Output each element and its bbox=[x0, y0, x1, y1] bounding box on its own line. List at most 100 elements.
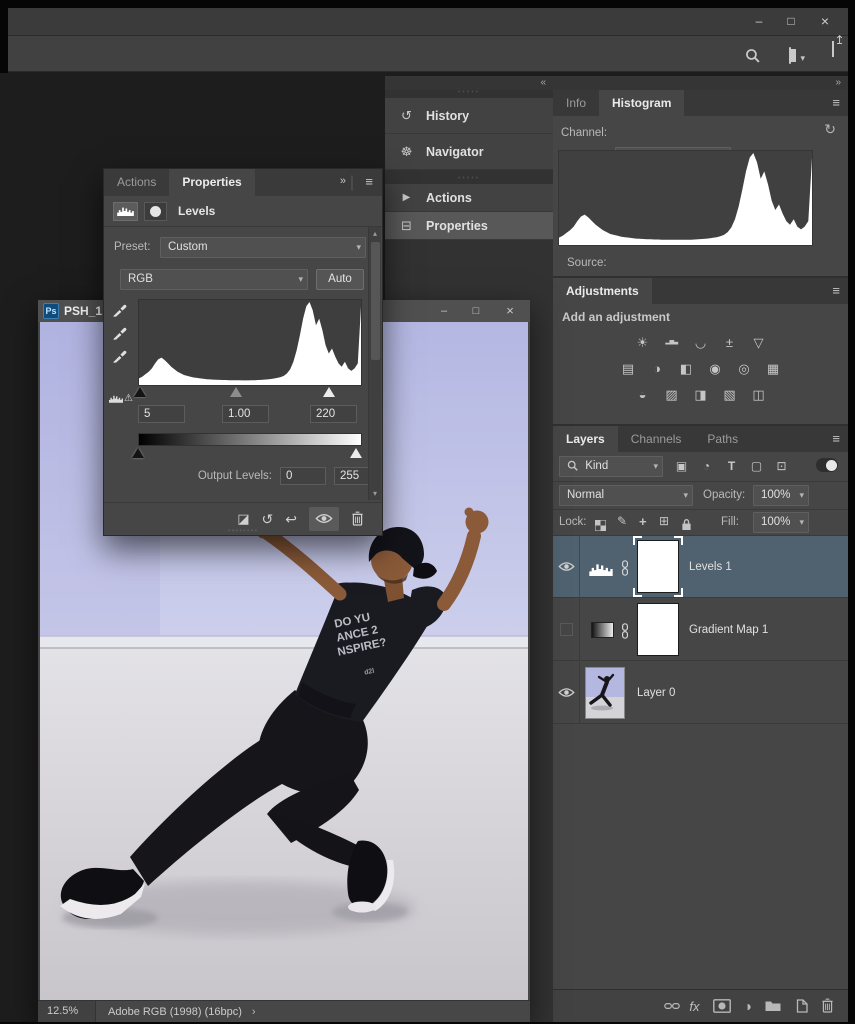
panel-menu-icon[interactable]: ≡ bbox=[832, 283, 840, 298]
gray-point-eyedropper-icon[interactable] bbox=[112, 324, 127, 342]
lock-position-icon[interactable]: + bbox=[639, 514, 647, 529]
gamma-input-field[interactable] bbox=[222, 405, 269, 423]
filter-adjustment-layers-icon[interactable]: ◔ bbox=[698, 456, 715, 476]
output-black-slider[interactable] bbox=[132, 448, 144, 458]
tab-channels[interactable]: Channels bbox=[618, 426, 695, 452]
toggle-visibility-eye-icon[interactable] bbox=[309, 507, 339, 531]
auto-button[interactable]: Auto bbox=[316, 269, 364, 290]
output-white-slider[interactable] bbox=[350, 448, 362, 458]
expand-dock-icon[interactable]: « bbox=[540, 77, 546, 88]
layer-image-thumbnail[interactable] bbox=[585, 667, 625, 719]
black-input-slider[interactable] bbox=[134, 387, 146, 397]
mask-badge-icon[interactable] bbox=[144, 202, 167, 221]
color-balance-icon[interactable]: ◑ bbox=[647, 360, 667, 378]
refresh-histogram-icon[interactable]: ↻ bbox=[824, 121, 836, 138]
blend-mode-select[interactable]: Normal ▾ bbox=[559, 485, 693, 506]
hue-saturation-icon[interactable]: ▤ bbox=[618, 360, 638, 378]
sidebar-item-properties[interactable]: ⊟ Properties bbox=[385, 212, 553, 240]
white-input-field[interactable] bbox=[310, 405, 357, 423]
layer-row-levels-1[interactable]: Levels 1 bbox=[553, 536, 848, 598]
white-point-eyedropper-icon[interactable] bbox=[112, 347, 127, 365]
lock-artboard-icon[interactable]: ⊞ bbox=[659, 514, 669, 528]
output-black-field[interactable] bbox=[280, 467, 326, 485]
collapse-dock-icon[interactable]: » bbox=[835, 77, 841, 88]
add-layer-mask-icon[interactable] bbox=[713, 997, 731, 1015]
tab-paths[interactable]: Paths bbox=[694, 426, 751, 452]
app-minimize-button[interactable]: – bbox=[746, 12, 772, 31]
sidebar-item-history[interactable]: ↺ History bbox=[385, 98, 553, 134]
black-point-eyedropper-icon[interactable] bbox=[112, 301, 127, 319]
app-close-button[interactable]: × bbox=[812, 12, 838, 31]
black-input-field[interactable] bbox=[138, 405, 185, 423]
brightness-contrast-icon[interactable]: ☀ bbox=[633, 334, 653, 352]
delete-adjustment-icon[interactable] bbox=[351, 510, 364, 528]
layer-mask-thumbnail[interactable] bbox=[637, 540, 679, 593]
layer-mask-thumbnail[interactable] bbox=[637, 603, 679, 656]
selective-color-icon[interactable]: ▧ bbox=[720, 386, 740, 404]
new-group-icon[interactable] bbox=[765, 997, 781, 1015]
layer-visibility-toggle[interactable] bbox=[553, 536, 580, 597]
fill-select[interactable]: 100% ▾ bbox=[753, 512, 809, 533]
lock-image-brush-icon[interactable]: ✎ bbox=[617, 514, 627, 528]
levels-adjustment-icon[interactable]: ▂▅▃ bbox=[662, 334, 682, 352]
scroll-down-icon[interactable]: ▾ bbox=[369, 489, 381, 498]
filter-type-layers-icon[interactable]: T bbox=[723, 456, 740, 476]
filtering-toggle[interactable] bbox=[816, 458, 838, 472]
layer-name[interactable]: Layer 0 bbox=[637, 662, 675, 724]
doc-maximize-button[interactable]: □ bbox=[464, 302, 488, 320]
new-layer-icon[interactable] bbox=[794, 997, 808, 1015]
posterize-icon[interactable]: ▨ bbox=[662, 386, 682, 404]
kind-filter-select[interactable]: Kind ▾ bbox=[559, 456, 663, 477]
sidebar-item-navigator[interactable]: ☸ Navigator bbox=[385, 134, 553, 170]
preset-select[interactable]: Custom ▾ bbox=[160, 237, 366, 258]
tab-info[interactable]: Info bbox=[553, 90, 599, 116]
layer-style-fx-icon[interactable]: fx bbox=[689, 999, 699, 1014]
float-tabbar[interactable]: Actions Properties » | ≡ bbox=[104, 169, 382, 196]
channel-mixer-icon[interactable]: ◎ bbox=[734, 360, 754, 378]
layer-name[interactable]: Gradient Map 1 bbox=[689, 599, 768, 661]
lock-all-icon[interactable] bbox=[681, 516, 692, 534]
delete-layer-icon[interactable] bbox=[821, 997, 834, 1015]
layer-visibility-toggle[interactable] bbox=[553, 662, 580, 723]
status-chevron-icon[interactable]: › bbox=[252, 1006, 256, 1018]
levels-channel-select[interactable]: RGB ▾ bbox=[120, 269, 308, 290]
tab-layers[interactable]: Layers bbox=[553, 426, 618, 452]
panel-menu-icon[interactable]: ≡ bbox=[832, 431, 840, 446]
doc-close-button[interactable]: × bbox=[498, 302, 522, 320]
new-adjustment-layer-icon[interactable]: ◑ bbox=[744, 998, 752, 1014]
search-icon[interactable] bbox=[745, 46, 760, 64]
layer-row-layer-0[interactable]: Layer 0 bbox=[553, 662, 848, 724]
vibrance-icon[interactable]: ▽ bbox=[749, 334, 769, 352]
threshold-icon[interactable]: ◨ bbox=[691, 386, 711, 404]
workspace-icon[interactable] bbox=[789, 47, 791, 65]
dock-grip[interactable]: ••••• bbox=[385, 176, 553, 184]
workspace-chevron-icon[interactable]: ▾ bbox=[800, 49, 805, 67]
scrollbar-thumb[interactable] bbox=[371, 242, 380, 360]
app-maximize-button[interactable]: □ bbox=[778, 12, 804, 31]
opacity-select[interactable]: 100% ▾ bbox=[753, 485, 809, 506]
gradient-map-icon[interactable]: ◫ bbox=[749, 386, 769, 404]
mask-link-icon[interactable] bbox=[621, 622, 629, 640]
exposure-icon[interactable]: ± bbox=[720, 334, 740, 352]
color-lookup-icon[interactable]: ▦ bbox=[763, 360, 783, 378]
layer-row-gradient-map-1[interactable]: Gradient Map 1 bbox=[553, 599, 848, 661]
view-previous-state-icon[interactable]: ↺ bbox=[262, 511, 274, 528]
black-white-icon[interactable]: ◧ bbox=[676, 360, 696, 378]
filter-shape-layers-icon[interactable]: ▢ bbox=[748, 456, 765, 476]
collapse-panel-icon[interactable]: » bbox=[340, 175, 346, 187]
panel-scrollbar[interactable]: ▴ ▾ bbox=[368, 227, 381, 500]
filter-smart-objects-icon[interactable]: ⊡ bbox=[773, 456, 790, 476]
mask-link-icon[interactable] bbox=[621, 559, 629, 577]
share-icon[interactable] bbox=[832, 40, 834, 58]
panel-menu-icon[interactable]: ≡ bbox=[365, 174, 373, 189]
dock-grip[interactable]: ••••• bbox=[385, 90, 553, 98]
reset-adjustment-icon[interactable]: ↩ bbox=[285, 511, 297, 528]
link-layers-icon[interactable] bbox=[663, 1002, 681, 1010]
cached-data-warning-icon[interactable]: ⚠ bbox=[109, 393, 133, 404]
tab-properties[interactable]: Properties bbox=[169, 169, 254, 196]
panel-menu-icon[interactable]: ≡ bbox=[832, 95, 840, 110]
invert-icon[interactable]: ◒ bbox=[633, 386, 653, 404]
white-input-slider[interactable] bbox=[323, 387, 335, 397]
layer-name[interactable]: Levels 1 bbox=[689, 536, 732, 598]
clip-to-layer-icon[interactable]: ◪ bbox=[237, 511, 249, 527]
